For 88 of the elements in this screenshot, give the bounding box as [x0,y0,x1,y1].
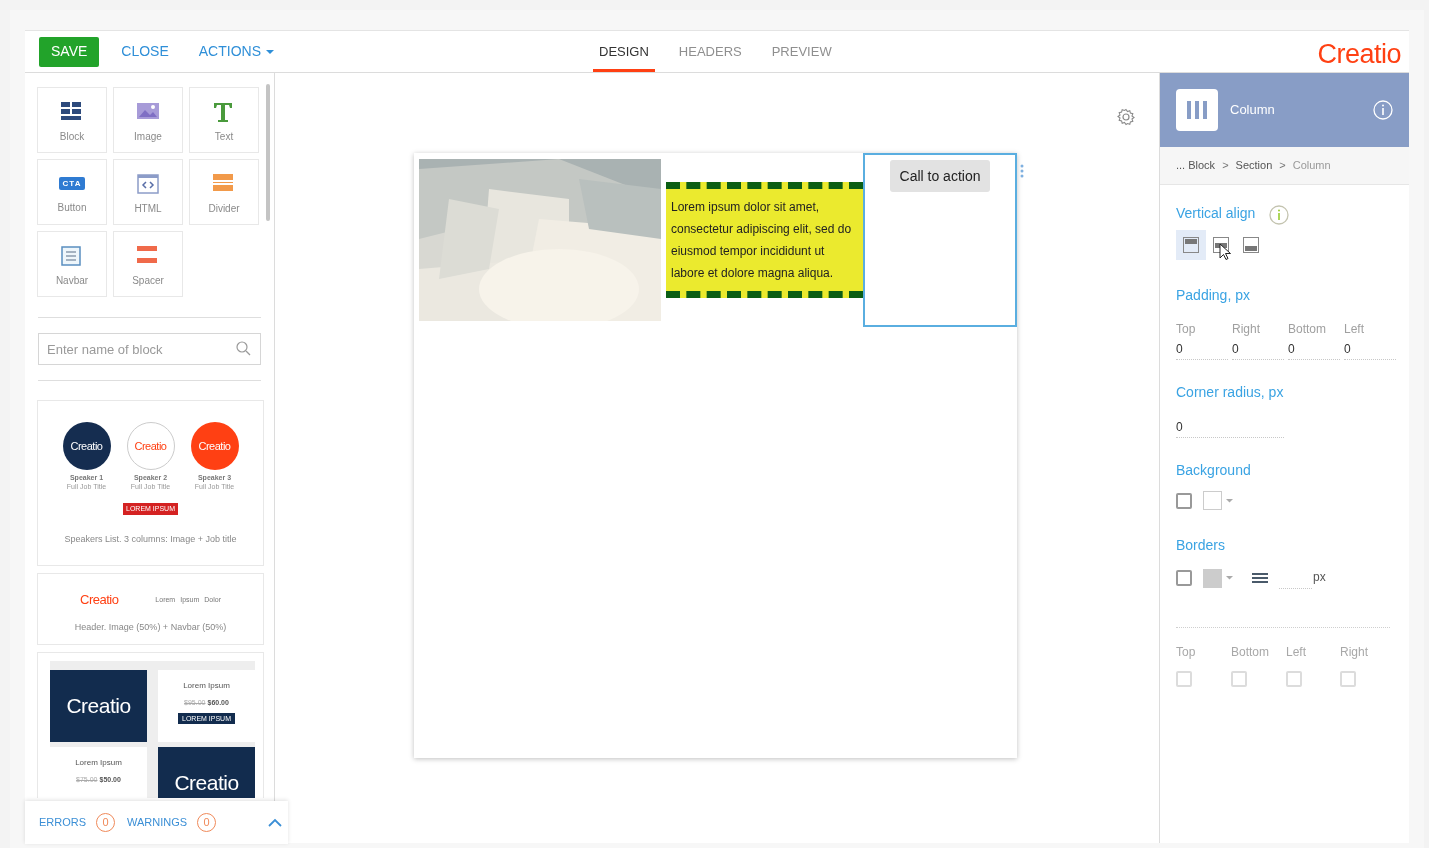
search-field[interactable]: Enter name of block [38,333,261,365]
tile-label: HTML [134,202,162,216]
section-heading: Borders [1176,536,1227,555]
divider-icon [213,174,235,194]
actions-menu-button[interactable]: ACTIONS [190,36,282,67]
field-label: Top [1176,321,1197,338]
selected-column[interactable]: Call to action [863,153,1017,327]
spacer-icon [137,246,159,266]
cursor-icon [1219,243,1231,261]
panel-title: Column [1230,101,1276,120]
palette-tile[interactable]: Block [37,87,107,153]
product-name: Lorem Ipsum [75,757,122,769]
info-icon [1269,205,1290,225]
section-heading: Padding, px [1176,286,1251,305]
bars-icon [1187,101,1207,119]
line-style-icon [1252,573,1268,583]
palette-tile[interactable]: Navbar [37,231,107,297]
list-icon [61,246,83,266]
field-label: Right [1232,321,1261,338]
number-field[interactable]: 0 [1176,338,1228,360]
tile-label: Text [214,130,234,144]
logo: Creatio [66,693,131,720]
save-button[interactable]: SAVE [39,36,100,67]
breadcrumb-link[interactable]: Section [1235,157,1273,174]
side-label: Bottom [1231,644,1270,661]
tile-label: Divider [208,202,240,216]
logo: Creatio [174,770,239,797]
tile-label: Spacer [132,274,164,288]
text-icon [213,102,235,122]
cta-icon: CTA [58,177,86,190]
logo: Creatio [80,591,119,609]
field-label: Left [1344,321,1365,338]
palette-tile[interactable]: CTA Button [37,159,107,225]
palette-tile[interactable]: Spacer [113,231,183,297]
number-field[interactable]: 0 [1176,416,1284,438]
breadcrumb-link[interactable]: ... Block [1176,157,1216,174]
info-icon[interactable] [1373,100,1393,120]
align-top-button[interactable] [1176,230,1206,260]
drag-handle-icon[interactable] [1020,164,1024,178]
palette-tile[interactable]: Divider [189,159,259,225]
template-caption: Speakers List. 3 columns: Image + Job title [64,533,237,546]
chevron-up-icon[interactable] [268,817,282,828]
image-icon [137,102,159,122]
tab[interactable]: PREVIEW [765,31,838,72]
unit-label: px [1313,569,1326,586]
checkbox[interactable] [1176,492,1192,509]
caret-icon [1226,498,1233,503]
cta-button[interactable]: Call to action [889,160,991,192]
tile-label: Block [59,130,85,144]
color-picker[interactable] [1203,491,1233,510]
number-field[interactable]: 0 [1232,338,1284,360]
scrollbar[interactable] [266,84,270,221]
close-button[interactable]: CLOSE [113,36,177,67]
palette-tile[interactable]: Image [113,87,183,153]
product-name: Lorem Ipsum [183,680,230,692]
tile-label: Button [57,201,87,215]
template-caption: Header. Image (50%) + Navbar (50%) [74,620,227,634]
field-label: Bottom [1288,321,1327,338]
text-paragraph: Lorem ipsum dolor sit amet, consectetur adipiscing elit, sed do eiusmod tempor incididunt ut labore et dolore magna aliqua. [671,199,853,282]
caret-icon [266,49,274,54]
logo: Creatio [1317,41,1401,68]
number-field[interactable]: 0 [1344,338,1396,360]
section-heading: Vertical align [1176,203,1256,223]
errors-link[interactable]: ERRORS [39,814,87,831]
warnings-link[interactable]: WARNINGS [127,814,188,831]
align-icon [1243,237,1259,253]
tile-label: Navbar [55,274,89,288]
breadcrumb-current: Column [1292,158,1331,174]
tab[interactable]: HEADERS [672,31,748,72]
palette-tile[interactable]: Text [189,87,259,153]
code-window-icon [137,174,159,194]
number-field[interactable]: 0 [1288,338,1340,360]
align-icon [1183,237,1199,253]
section-heading: Corner radius, px [1176,383,1285,402]
color-picker[interactable] [1203,568,1233,588]
grid-icon [61,102,83,122]
side-label: Right [1340,644,1369,661]
side-label: Top [1176,644,1197,661]
breadcrumb-separator: > [1222,158,1229,174]
caret-icon [1226,576,1233,580]
checkbox[interactable] [1176,570,1192,586]
settings-icon[interactable] [1117,108,1135,126]
section-heading: Background [1176,461,1252,480]
palette-tile[interactable]: HTML [113,159,183,225]
tile-label: Image [134,130,162,144]
breadcrumb-separator: > [1279,158,1286,174]
search-icon [236,341,251,356]
side-label: Left [1286,644,1307,661]
